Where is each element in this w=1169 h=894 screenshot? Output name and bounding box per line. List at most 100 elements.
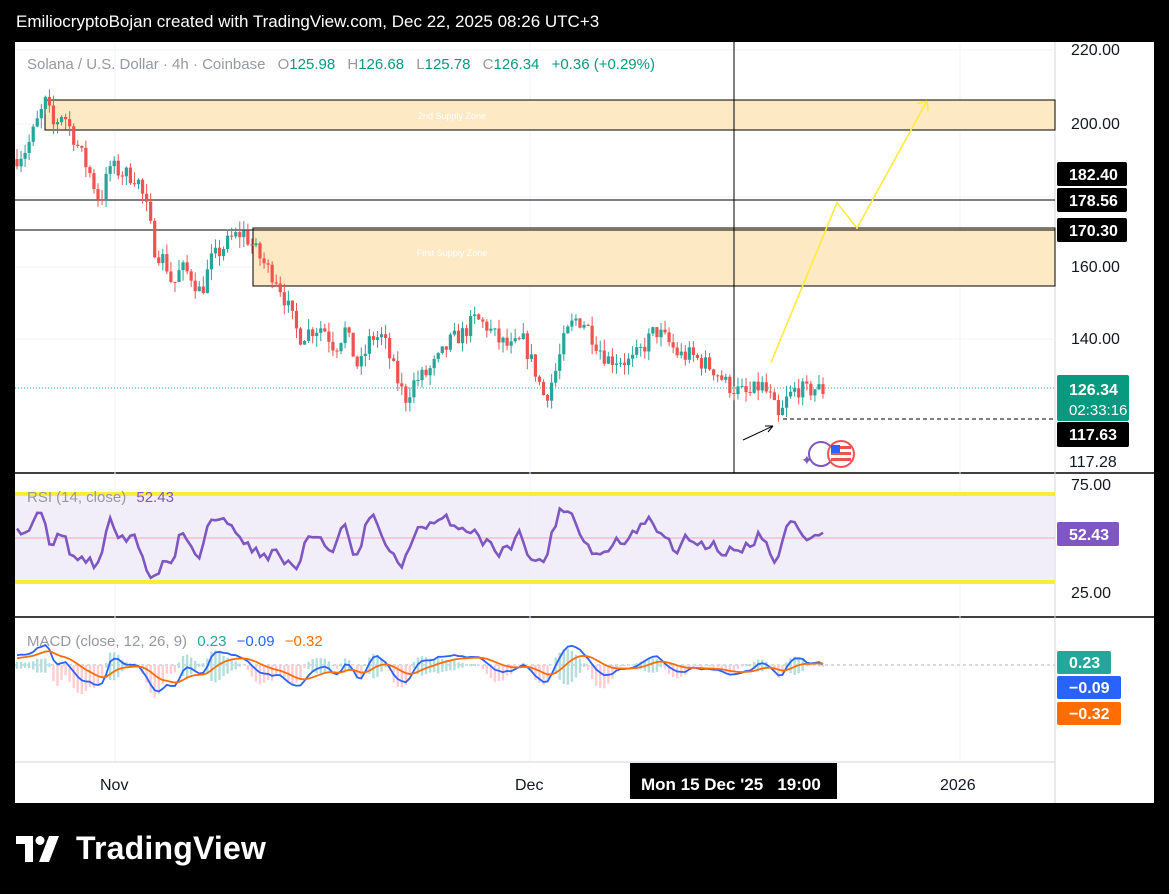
candle xyxy=(768,384,772,399)
candle xyxy=(724,373,728,384)
candle xyxy=(720,370,724,381)
price-grid xyxy=(15,42,1055,762)
candle xyxy=(392,354,396,362)
candle xyxy=(752,381,756,395)
symbol-legend[interactable]: Solana / U.S. Dollar · 4h · Coinbase O12… xyxy=(27,56,655,73)
rsi-legend[interactable]: RSI (14, close) 52.43 xyxy=(27,489,174,506)
candle xyxy=(359,347,363,375)
macd-lines[interactable] xyxy=(16,643,824,693)
candle xyxy=(72,123,76,151)
candle xyxy=(797,378,801,405)
candle xyxy=(307,319,311,344)
macd-hist-bar xyxy=(477,664,480,666)
macd-hist-bar xyxy=(659,663,663,668)
candle xyxy=(651,326,655,337)
candle xyxy=(679,343,683,359)
candle xyxy=(655,326,659,344)
macd-hist-bar xyxy=(619,665,622,667)
macd-hist-bar xyxy=(692,664,695,666)
candle xyxy=(128,163,133,185)
candle xyxy=(509,332,513,354)
macd-hist-bar xyxy=(469,663,472,667)
macd-signal-value: −0.32 xyxy=(285,633,323,650)
macd-hist-bar xyxy=(457,662,460,669)
candle xyxy=(347,326,351,338)
candle xyxy=(335,348,339,358)
macd-hist-bar xyxy=(603,665,606,689)
candle xyxy=(246,223,250,247)
first-supply-zone[interactable] xyxy=(252,227,1056,287)
macd-hist-bar xyxy=(331,665,335,667)
candle xyxy=(614,354,619,374)
second-supply-zone[interactable] xyxy=(44,99,1056,131)
candle xyxy=(541,379,546,396)
candle xyxy=(562,325,566,361)
bar-countdown: 02:33:16 xyxy=(1069,402,1127,419)
price-badge-117-63: 117.63 xyxy=(1057,422,1129,447)
macd-hist-bar xyxy=(153,665,156,698)
candle xyxy=(294,302,299,339)
macd-legend[interactable]: MACD (close, 12, 26, 9) 0.23 −0.09 −0.32 xyxy=(27,633,323,650)
candle xyxy=(290,300,295,320)
svg-text:−0.32: −0.32 xyxy=(1069,706,1110,723)
macd-hist-bar xyxy=(48,663,51,668)
candle xyxy=(456,323,461,344)
candle xyxy=(169,261,173,284)
macd-hist-bar xyxy=(518,664,521,666)
candle xyxy=(513,328,517,344)
candle xyxy=(570,313,574,332)
macd-hist-bar xyxy=(748,663,752,667)
candle xyxy=(809,381,813,401)
candle xyxy=(663,320,667,335)
time-label-nov: Nov xyxy=(100,777,128,794)
candle xyxy=(315,327,319,347)
candle xyxy=(209,244,214,281)
candle xyxy=(108,160,112,182)
macd-hist-bar xyxy=(671,665,675,678)
macd-hist-bar xyxy=(104,662,108,668)
news-icons[interactable]: ✦ xyxy=(801,440,855,468)
open-value: 125.98 xyxy=(289,56,335,73)
macd-hist-bar xyxy=(113,652,116,681)
low-arrow[interactable] xyxy=(742,425,774,441)
chart-frame[interactable]: 2nd Supply Zone First Supply Zone ✦ Sola… xyxy=(15,42,1154,803)
macd-hist-bar xyxy=(441,659,444,673)
candle xyxy=(477,313,481,320)
macd-hist-bar xyxy=(88,665,92,687)
macd-hist-bar xyxy=(364,664,367,667)
candle xyxy=(416,370,420,387)
macd-hist-bar xyxy=(315,658,318,674)
candle xyxy=(780,400,785,416)
macd-hist-bar xyxy=(323,658,327,673)
macd-hist-bar xyxy=(586,665,590,671)
candle xyxy=(363,344,367,367)
tradingview-logo[interactable]: TradingView xyxy=(16,830,266,867)
symbol-name: Solana / U.S. Dollar · 4h · Coinbase xyxy=(27,56,265,73)
candle xyxy=(145,184,149,212)
macd-hist-bar xyxy=(590,665,594,680)
candle xyxy=(712,368,716,381)
macd-badge-signal: −0.32 xyxy=(1057,702,1121,725)
macd-hist-bar xyxy=(169,665,173,675)
candle xyxy=(355,355,359,369)
svg-text:52.43: 52.43 xyxy=(1069,527,1109,544)
candle xyxy=(667,327,671,347)
candle xyxy=(610,348,614,374)
candle xyxy=(525,330,529,370)
macd-hist-bar xyxy=(258,665,262,685)
rsi-value: 52.43 xyxy=(136,489,174,506)
macd-hist-bar xyxy=(420,656,424,676)
candle xyxy=(448,332,452,353)
second-supply-zone-label: 2nd Supply Zone xyxy=(418,111,486,121)
candle xyxy=(242,221,246,248)
candle xyxy=(501,336,505,353)
macd-hist-bar xyxy=(303,665,306,668)
candle xyxy=(120,171,124,185)
candle xyxy=(31,123,35,146)
macd-hist-bar xyxy=(149,665,152,693)
macd-hist-bar xyxy=(696,665,699,667)
macd-hist-bar xyxy=(339,663,343,667)
candle xyxy=(185,254,189,275)
candle xyxy=(550,373,554,409)
candle xyxy=(444,346,448,358)
